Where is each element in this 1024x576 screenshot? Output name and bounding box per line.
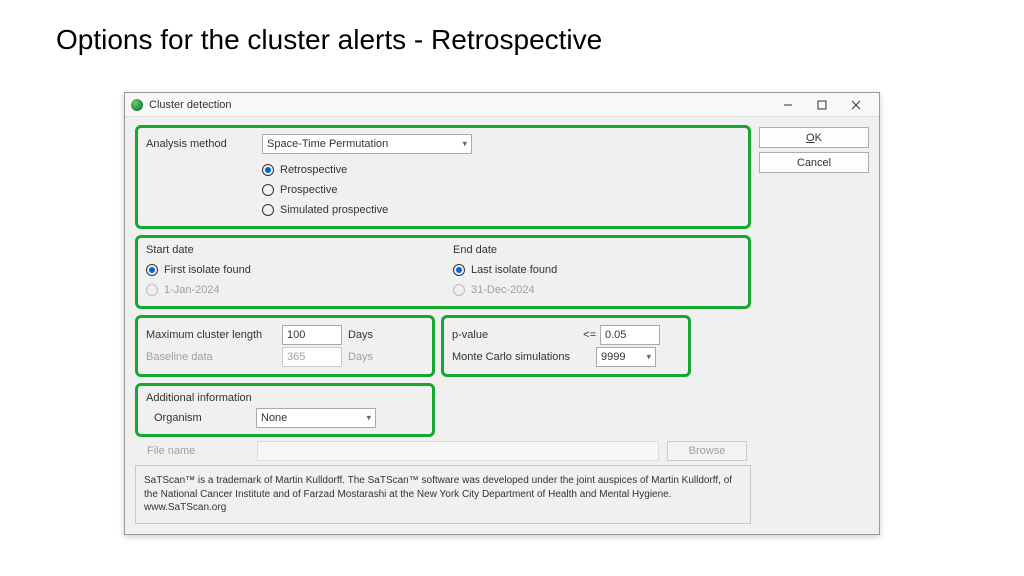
titlebar: Cluster detection <box>125 93 879 117</box>
window-title: Cluster detection <box>149 99 771 111</box>
radio-label: Last isolate found <box>471 264 557 276</box>
radio-label: 1-Jan-2024 <box>164 284 220 296</box>
input-value: 0.05 <box>605 329 626 341</box>
file-row: File name Browse <box>135 441 751 461</box>
monte-carlo-label: Monte Carlo simulations <box>452 351 592 363</box>
radio-start-first-isolate[interactable]: First isolate found <box>146 260 433 280</box>
baseline-label: Baseline data <box>146 351 276 363</box>
analysis-method-select[interactable]: Space-Time Permutation ▾ <box>262 134 472 154</box>
max-cluster-length-label: Maximum cluster length <box>146 329 276 341</box>
max-cluster-length-unit: Days <box>348 329 398 341</box>
analysis-method-group: Analysis method Space-Time Permutation ▾… <box>135 125 751 229</box>
radio-simulated[interactable]: Simulated prospective <box>262 200 740 220</box>
filename-input <box>257 441 659 461</box>
dates-group: Start date First isolate found 1-Jan-202… <box>135 235 751 309</box>
maximize-button[interactable] <box>805 95 839 115</box>
analysis-method-value: Space-Time Permutation <box>267 138 388 150</box>
select-value: 9999 <box>601 351 625 363</box>
radio-icon <box>262 184 274 196</box>
dialog-window: Cluster detection Analysis method Space-… <box>124 92 880 535</box>
start-date-label: Start date <box>146 244 433 256</box>
dialog-buttons: OK Cancel <box>759 125 869 524</box>
radio-icon <box>453 264 465 276</box>
radio-icon <box>146 284 158 296</box>
radio-prospective[interactable]: Prospective <box>262 180 740 200</box>
browse-button: Browse <box>667 441 747 461</box>
radio-label: Retrospective <box>280 164 347 176</box>
radio-end-fixed-date[interactable]: 31-Dec-2024 <box>453 280 740 300</box>
start-date-col: Start date First isolate found 1-Jan-202… <box>146 244 433 300</box>
radio-end-last-isolate[interactable]: Last isolate found <box>453 260 740 280</box>
analysis-method-label: Analysis method <box>146 138 256 150</box>
baseline-input: 365 <box>282 347 342 367</box>
radio-retrospective[interactable]: Retrospective <box>262 160 740 180</box>
ok-button[interactable]: OK <box>759 127 869 148</box>
radio-icon <box>453 284 465 296</box>
cancel-button[interactable]: Cancel <box>759 152 869 173</box>
organism-select[interactable]: None ▾ <box>256 408 376 428</box>
stats-group: p-value <= 0.05 Monte Carlo simulations … <box>441 315 691 377</box>
end-date-label: End date <box>453 244 740 256</box>
cluster-length-group: Maximum cluster length 100 Days Baseline… <box>135 315 435 377</box>
button-label: Cancel <box>797 157 831 169</box>
additional-info-group: Additional information Organism None ▾ <box>135 383 435 437</box>
dialog-content: Analysis method Space-Time Permutation ▾… <box>125 117 879 534</box>
radio-start-fixed-date[interactable]: 1-Jan-2024 <box>146 280 433 300</box>
app-icon <box>131 99 143 111</box>
pvalue-label: p-value <box>452 329 572 341</box>
slide-title: Options for the cluster alerts - Retrosp… <box>0 0 1024 56</box>
monte-carlo-select[interactable]: 9999 ▾ <box>596 347 656 367</box>
footer-note: SaTScan™ is a trademark of Martin Kulldo… <box>135 465 751 524</box>
radio-label: Simulated prospective <box>280 204 388 216</box>
chevron-down-icon: ▾ <box>646 352 651 363</box>
radio-label: 31-Dec-2024 <box>471 284 535 296</box>
radio-label: Prospective <box>280 184 337 196</box>
baseline-unit: Days <box>348 351 398 363</box>
pvalue-operator: <= <box>576 329 596 341</box>
radio-icon <box>262 164 274 176</box>
minimize-button[interactable] <box>771 95 805 115</box>
input-value: 100 <box>287 329 305 341</box>
radio-icon <box>146 264 158 276</box>
radio-label: First isolate found <box>164 264 251 276</box>
close-button[interactable] <box>839 95 873 115</box>
chevron-down-icon: ▾ <box>366 413 371 424</box>
chevron-down-icon: ▾ <box>462 139 467 150</box>
select-value: None <box>261 412 287 424</box>
radio-icon <box>262 204 274 216</box>
end-date-col: End date Last isolate found 31-Dec-2024 <box>453 244 740 300</box>
organism-label: Organism <box>146 412 256 424</box>
pvalue-input[interactable]: 0.05 <box>600 325 660 345</box>
additional-info-heading: Additional information <box>146 392 424 404</box>
window-controls <box>771 95 873 115</box>
max-cluster-length-input[interactable]: 100 <box>282 325 342 345</box>
input-value: 365 <box>287 351 305 363</box>
filename-label: File name <box>139 445 249 457</box>
